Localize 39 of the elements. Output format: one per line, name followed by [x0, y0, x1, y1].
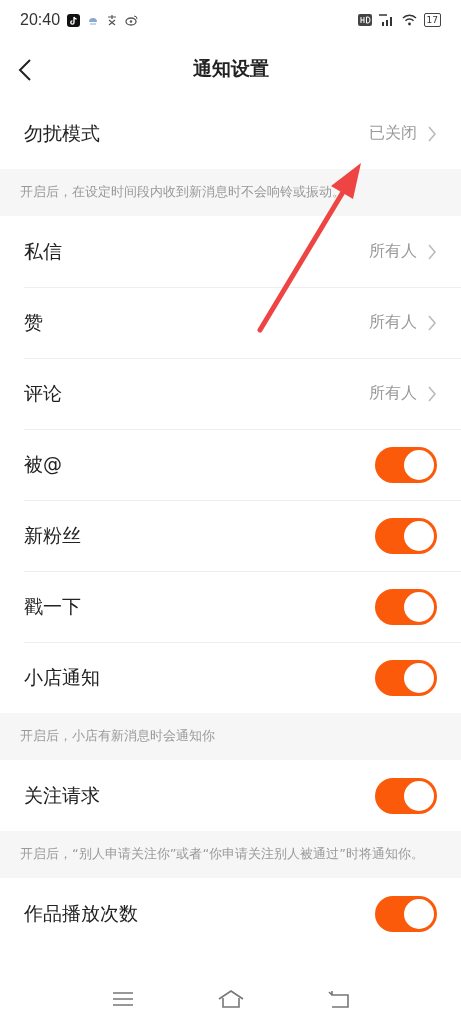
menu-icon[interactable] — [111, 990, 136, 1008]
battery-level: 17 — [426, 15, 438, 25]
setting-label: 勿扰模式 — [24, 120, 100, 146]
setting-label: 被@ — [24, 451, 62, 477]
section-note: 开启后，小店有新消息时会通知你 — [20, 727, 216, 744]
back-icon — [18, 58, 32, 82]
setting-value: 已关闭 — [369, 123, 417, 144]
setting-label: 关注请求 — [24, 782, 100, 808]
toggle-switch[interactable] — [375, 777, 437, 814]
chevron-icon — [427, 384, 437, 403]
setting-label: 赞 — [24, 309, 43, 335]
back-nav-icon[interactable] — [327, 989, 350, 1009]
page-title: 通知设置 — [192, 56, 269, 81]
toggle-switch[interactable] — [375, 659, 437, 696]
toggle-switch[interactable] — [375, 895, 437, 932]
signal-icon — [378, 14, 395, 26]
chevron-icon — [427, 124, 437, 143]
section-note: 开启后，“别人申请关注你”或者“你申请关注别人被通过”时将通知你。 — [20, 845, 425, 862]
toggle-switch[interactable] — [375, 588, 437, 625]
toggle-switch[interactable] — [375, 446, 437, 483]
section-note: 开启后，在设定时间段内收到新消息时不会响铃或振动。 — [20, 183, 346, 200]
toggle-switch[interactable] — [375, 517, 437, 554]
setting-label: 评论 — [24, 380, 62, 406]
home-icon[interactable] — [217, 989, 246, 1009]
chevron-icon — [427, 242, 437, 261]
setting-value: 所有人 — [369, 241, 417, 262]
chevron-icon — [427, 313, 437, 332]
setting-value: 所有人 — [369, 312, 417, 333]
setting-label: 戳一下 — [24, 593, 81, 619]
setting-value: 所有人 — [369, 383, 417, 404]
setting-label: 私信 — [24, 238, 62, 264]
app-icon — [106, 14, 119, 26]
hd-icon — [357, 14, 372, 26]
wifi-icon — [401, 14, 417, 26]
setting-label: 小店通知 — [24, 664, 100, 690]
setting-label: 新粉丝 — [24, 522, 81, 548]
setting-label: 作品播放次数 — [24, 900, 138, 926]
status-time: 20:40 — [20, 11, 61, 29]
app-icon — [67, 13, 81, 27]
